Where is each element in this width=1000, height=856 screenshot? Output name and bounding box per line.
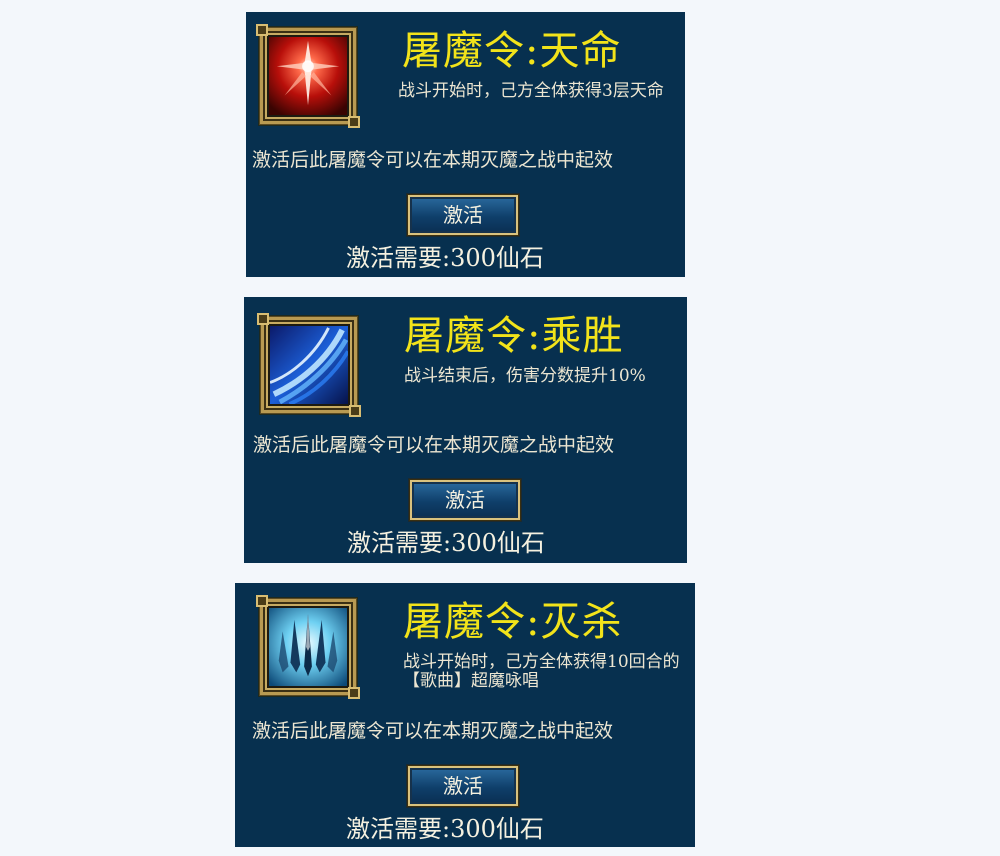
card-description: 战斗开始时，己方全体获得10回合的【歌曲】超魔咏唱 [403,652,680,691]
card-description: 战斗开始时，己方全体获得3层天命 [398,81,664,101]
activate-button[interactable]: 激活 [407,194,519,236]
activate-button[interactable]: 激活 [409,479,521,521]
card-description: 战斗结束后，伤害分数提升10% [404,366,646,386]
card-title: 屠魔令:天命 [402,28,622,74]
order-card-miesha: 屠魔令:灭杀 战斗开始时，己方全体获得10回合的【歌曲】超魔咏唱 激活后此屠魔令… [235,583,695,847]
crimson-sword-burst-icon [269,37,347,115]
order-card-chengsheng: 屠魔令:乘胜 战斗结束后，伤害分数提升10% 激活后此屠魔令可以在本期灭魔之战中… [244,297,687,563]
ice-blades-icon [269,608,347,686]
card-title: 屠魔令:灭杀 [403,599,623,645]
activate-button[interactable]: 激活 [407,765,519,807]
skill-icon-frame [256,24,360,128]
blue-slash-wave-icon [270,326,348,404]
skill-icon-frame [257,313,361,417]
skill-icon-frame [256,595,360,699]
activation-cost: 激活需要:300仙石 [347,529,545,557]
activation-cost: 激活需要:300仙石 [346,815,544,843]
activation-cost: 激活需要:300仙石 [346,244,544,272]
activation-note: 激活后此屠魔令可以在本期灭魔之战中起效 [252,149,614,171]
activation-note: 激活后此屠魔令可以在本期灭魔之战中起效 [252,720,614,742]
activation-note: 激活后此屠魔令可以在本期灭魔之战中起效 [253,434,615,456]
card-title: 屠魔令:乘胜 [404,313,624,359]
order-card-tianming: 屠魔令:天命 战斗开始时，己方全体获得3层天命 激活后此屠魔令可以在本期灭魔之战… [246,12,685,277]
